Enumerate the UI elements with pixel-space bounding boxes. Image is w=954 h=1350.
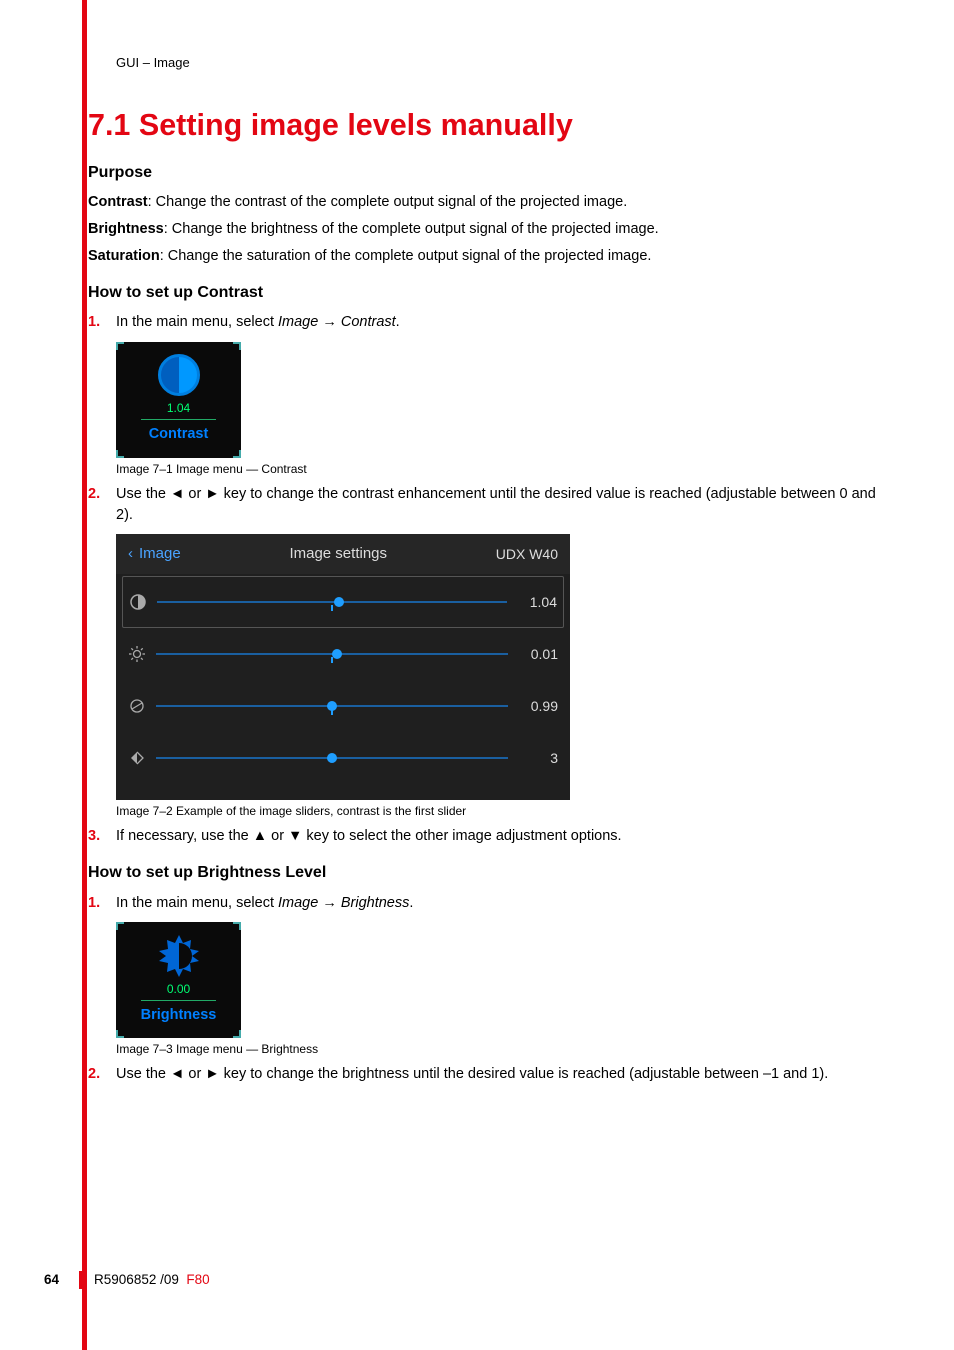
header-breadcrumb: GUI – Image — [116, 54, 883, 73]
slider-value: 3 — [518, 748, 558, 768]
term-saturation: Saturation — [88, 248, 160, 264]
caption-7-1: Image 7–1 Image menu — Contrast — [116, 461, 883, 478]
panel-model: UDX W40 — [496, 544, 558, 564]
panel-title: Image settings — [181, 543, 496, 565]
slider-value: 0.01 — [518, 644, 558, 664]
slider-track[interactable] — [156, 705, 508, 707]
brightness-heading: How to set up Brightness Level — [88, 861, 883, 884]
brightness-menu-tile[interactable]: 0.00 Brightness — [116, 922, 241, 1038]
brightness-tile-value: 0.00 — [141, 981, 216, 1001]
contrast-step1: In the main menu, select Image → Contras… — [116, 312, 883, 333]
caption-7-2: Image 7–2 Example of the image sliders, … — [116, 803, 883, 820]
purpose-contrast: Contrast: Change the contrast of the com… — [88, 192, 883, 213]
contrast-heading: How to set up Contrast — [88, 281, 883, 304]
contrast-tile-label: Contrast — [149, 424, 209, 445]
page-number: 64 — [44, 1270, 59, 1290]
brightness-step2: Use the ◄ or ► key to change the brightn… — [116, 1064, 883, 1085]
term-contrast: Contrast — [88, 194, 148, 210]
panel-header: ‹ Image Image settings UDX W40 — [116, 534, 570, 574]
left-red-bar — [82, 0, 87, 1350]
purpose-heading: Purpose — [88, 161, 883, 184]
slider-track[interactable] — [156, 757, 508, 759]
contrast-icon — [158, 354, 200, 396]
brightness-tile-label: Brightness — [141, 1005, 217, 1026]
brightness-step1: In the main menu, select Image → Brightn… — [116, 893, 883, 914]
contrast-tile-value: 1.04 — [141, 400, 216, 420]
slider-brightness[interactable]: 0.01 — [116, 628, 570, 680]
slider-sharpness[interactable]: 3 — [116, 732, 570, 784]
slider-value: 1.04 — [517, 592, 557, 612]
step-number: 3. — [88, 826, 116, 847]
slider-thumb[interactable] — [332, 649, 342, 659]
slider-track[interactable] — [157, 601, 507, 603]
slider-tick — [331, 709, 333, 715]
footer-doc: R5906852 /09 F80 — [94, 1270, 210, 1290]
step-number: 1. — [88, 312, 116, 333]
panel-back-button[interactable]: ‹ Image — [128, 543, 181, 565]
page-content: GUI – Image 7.1 Setting image levels man… — [88, 54, 883, 1093]
step-number: 2. — [88, 1064, 116, 1085]
slider-tick — [331, 657, 333, 663]
slider-contrast[interactable]: 1.04 — [122, 576, 564, 628]
chevron-left-icon: ‹ — [128, 543, 133, 565]
slider-value: 0.99 — [518, 696, 558, 716]
page-footer: 64 R5906852 /09 F80 — [44, 1270, 210, 1290]
slider-track[interactable] — [156, 653, 508, 655]
caption-7-3: Image 7–3 Image menu — Brightness — [116, 1041, 883, 1058]
purpose-brightness: Brightness: Change the brightness of the… — [88, 219, 883, 240]
section-title: 7.1 Setting image levels manually — [88, 103, 883, 147]
purpose-saturation: Saturation: Change the saturation of the… — [88, 246, 883, 267]
footer-red-bar — [79, 1271, 84, 1289]
step-number: 2. — [88, 484, 116, 526]
slider-thumb[interactable] — [334, 597, 344, 607]
slider-tick — [331, 605, 333, 611]
slider-thumb[interactable] — [327, 753, 337, 763]
contrast-menu-tile[interactable]: 1.04 Contrast — [116, 342, 241, 458]
saturation-slider-icon — [128, 697, 146, 715]
brightness-icon — [156, 933, 202, 979]
contrast-step2: Use the ◄ or ► key to change the contras… — [116, 484, 883, 526]
image-settings-panel: ‹ Image Image settings UDX W40 1.04 — [116, 534, 570, 800]
sharpness-slider-icon — [128, 749, 146, 767]
term-brightness: Brightness — [88, 221, 164, 237]
step-number: 1. — [88, 893, 116, 914]
slider-saturation[interactable]: 0.99 — [116, 680, 570, 732]
brightness-slider-icon — [128, 645, 146, 663]
contrast-step3: If necessary, use the ▲ or ▼ key to sele… — [116, 826, 883, 847]
contrast-slider-icon — [129, 593, 147, 611]
